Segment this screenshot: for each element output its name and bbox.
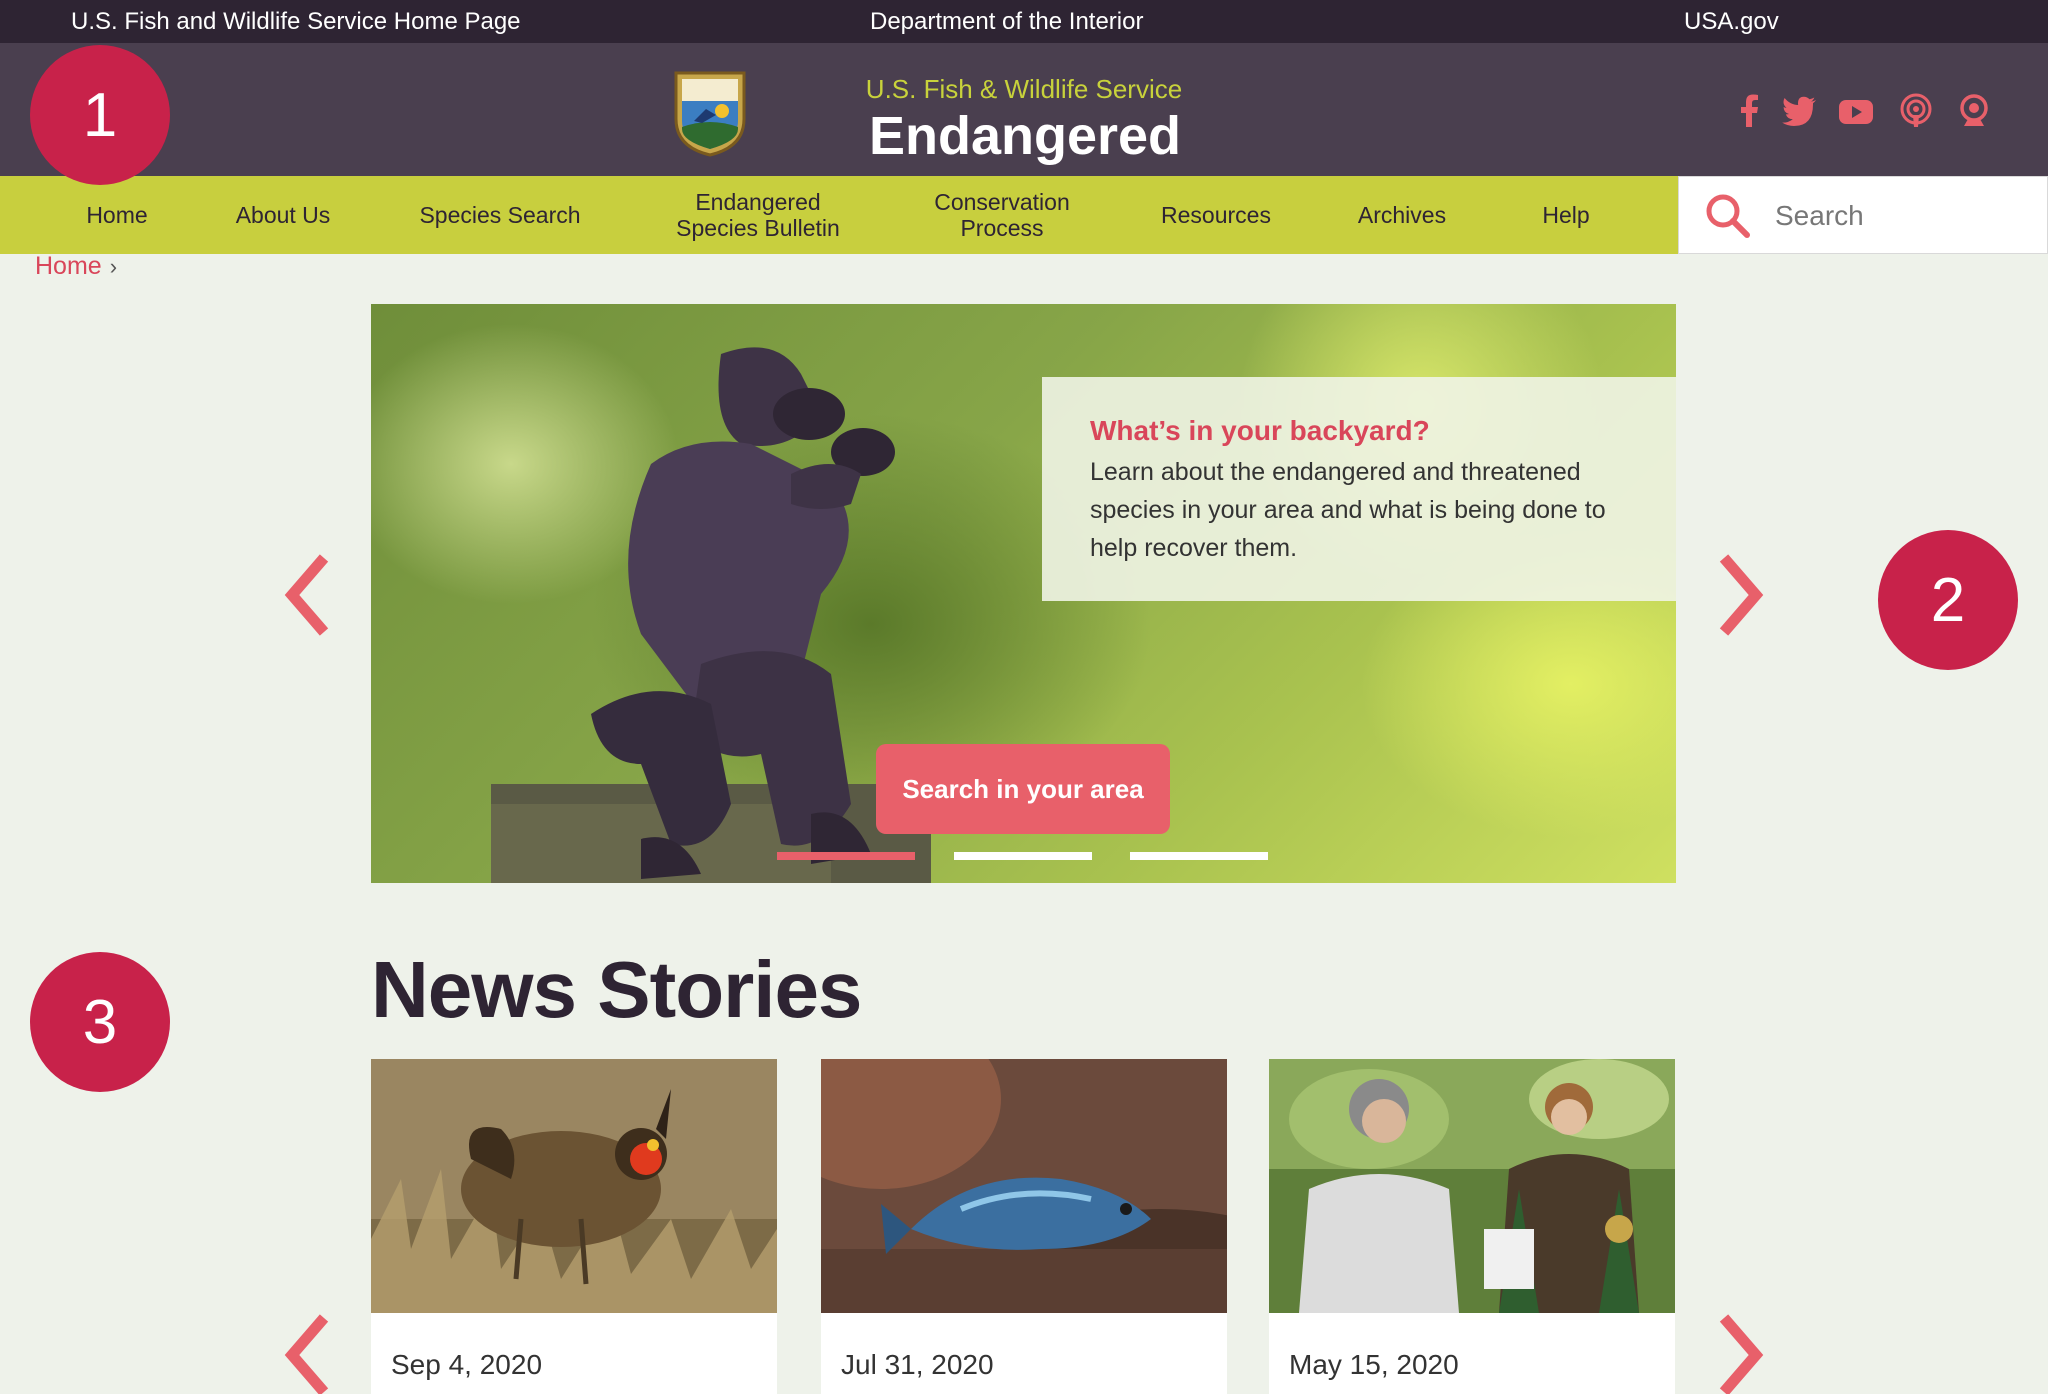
news-card[interactable]: May 15, 2020: [1269, 1059, 1675, 1394]
nav-about-us[interactable]: About Us: [212, 176, 354, 254]
twitter-icon[interactable]: [1782, 93, 1818, 129]
callout-badge-3: 3: [30, 952, 170, 1092]
fws-shield-logo-icon[interactable]: [672, 69, 748, 157]
nav-home[interactable]: Home: [52, 176, 182, 254]
breadcrumb: Home ›: [35, 252, 117, 281]
hero-body: Learn about the endangered and threatene…: [1090, 458, 1606, 562]
breadcrumb-separator: ›: [109, 254, 118, 279]
carousel-dot-3[interactable]: [1130, 852, 1268, 860]
news-stories-heading: News Stories: [371, 945, 862, 1034]
callout-badge-2: 2: [1878, 530, 2018, 670]
search-box: [1678, 176, 2048, 254]
carousel-dot-1[interactable]: [777, 852, 915, 860]
site-header: U.S. Fish & Wildlife Service Endangered …: [0, 43, 2048, 228]
hero-carousel: What’s in your backyard? Learn about the…: [371, 304, 1676, 883]
search-input[interactable]: [1775, 191, 2025, 241]
search-icon[interactable]: [1705, 193, 1751, 239]
carousel-dot-2[interactable]: [954, 852, 1092, 860]
webcam-icon[interactable]: [1956, 93, 1992, 129]
hero-heading: What’s in your backyard?: [1090, 415, 1430, 446]
search-in-your-area-button[interactable]: Search in your area: [876, 744, 1170, 834]
nav-resources[interactable]: Resources: [1140, 176, 1292, 254]
main-nav: Home About Us Species Search Endangered …: [0, 176, 1678, 254]
prairie-chicken-image: [371, 1059, 777, 1313]
news-card[interactable]: Jul 31, 2020: [821, 1059, 1227, 1394]
podcast-icon[interactable]: [1898, 93, 1934, 129]
nav-help[interactable]: Help: [1520, 176, 1612, 254]
youtube-icon[interactable]: [1838, 93, 1874, 129]
biologists-field-work-image: [1269, 1059, 1675, 1313]
agency-name: U.S. Fish & Wildlife Service: [865, 74, 1183, 104]
nav-archives[interactable]: Archives: [1334, 176, 1470, 254]
news-prev-arrow-icon[interactable]: [280, 1310, 340, 1394]
news-card-date: Sep 4, 2020: [391, 1349, 543, 1380]
news-card-date: Jul 31, 2020: [841, 1349, 994, 1380]
usa-gov-link[interactable]: USA.gov: [1684, 8, 1779, 36]
facebook-icon[interactable]: [1732, 93, 1768, 129]
hero-prev-arrow-icon[interactable]: [280, 550, 340, 640]
nav-conservation-process[interactable]: Conservation Process: [900, 176, 1104, 254]
news-card[interactable]: Sep 4, 2020: [371, 1059, 777, 1394]
interior-link[interactable]: Department of the Interior: [870, 8, 1143, 36]
news-next-arrow-icon[interactable]: [1708, 1310, 1768, 1394]
nav-endangered-species-bulletin[interactable]: Endangered Species Bulletin: [640, 176, 876, 254]
nav-species-search[interactable]: Species Search: [398, 176, 602, 254]
hero-next-arrow-icon[interactable]: [1708, 550, 1768, 640]
news-card-date: May 15, 2020: [1289, 1349, 1459, 1380]
pupfish-image: [821, 1059, 1227, 1313]
hero-callout: What’s in your backyard? Learn about the…: [1042, 377, 1676, 601]
breadcrumb-home-link[interactable]: Home: [35, 252, 102, 280]
callout-badge-1: 1: [30, 45, 170, 185]
fws-home-link[interactable]: U.S. Fish and Wildlife Service Home Page: [71, 8, 521, 36]
utility-bar: U.S. Fish and Wildlife Service Home Page…: [0, 0, 2048, 43]
